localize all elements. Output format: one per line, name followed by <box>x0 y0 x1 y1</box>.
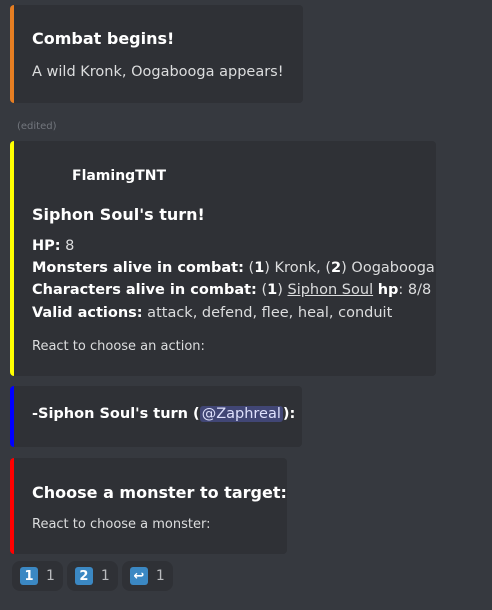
text: ( <box>243 260 255 276</box>
actions-line: Valid actions: attack, defend, flee, hea… <box>32 305 392 321</box>
text: ): <box>282 406 296 422</box>
text: -Siphon Soul's turn ( <box>32 406 200 422</box>
hp-line: HP: 8 <box>32 238 74 254</box>
character-name: Siphon Soul <box>287 282 374 298</box>
turn-mention-embed: -Siphon Soul's turn (@Zaphreal): <box>10 386 302 447</box>
reaction-2[interactable]: 2 1 <box>66 561 118 591</box>
embed-title: Siphon Soul's turn! <box>32 205 205 224</box>
embed-description: A wild Kronk, Oogabooga appears! <box>32 64 284 80</box>
reaction-return[interactable]: ↩ 1 <box>121 561 173 591</box>
characters-label: Characters alive in combat: <box>32 282 257 298</box>
num: 1 <box>267 282 278 298</box>
choose-monster-embed: Choose a monster to target: React to cho… <box>10 458 287 554</box>
embed-title: Combat begins! <box>32 29 175 48</box>
keycap-2-icon: 2 <box>74 567 93 585</box>
monsters-label: Monsters alive in combat: <box>32 260 244 276</box>
return-arrow-icon: ↩ <box>129 567 148 585</box>
text: ) Oogabooga <box>341 260 435 276</box>
characters-line: Characters alive in combat: (1) Siphon S… <box>32 282 431 298</box>
keycap-1-icon: 1 <box>20 567 38 585</box>
text: : 8/8 <box>398 282 432 298</box>
turn-embed: FlamingTNT Siphon Soul's turn! HP: 8 Mon… <box>10 141 436 376</box>
text: ) Kronk, ( <box>264 260 332 276</box>
reaction-count: 1 <box>155 568 165 584</box>
monsters-line: Monsters alive in combat: (1) Kronk, (2)… <box>32 260 435 276</box>
actions-value: attack, defend, flee, heal, conduit <box>142 305 393 321</box>
reaction-count: 1 <box>46 568 55 584</box>
user-mention[interactable]: @Zaphreal <box>199 406 283 422</box>
reaction-count: 1 <box>100 568 110 584</box>
text: ( <box>256 282 268 298</box>
embed-author[interactable]: FlamingTNT <box>72 168 166 184</box>
hp-value: 8 <box>60 238 75 254</box>
embed-footer: React to choose an action: <box>32 339 205 354</box>
num: 1 <box>254 260 265 276</box>
edited-label: (edited) <box>17 121 57 132</box>
reaction-1[interactable]: 1 1 <box>12 561 63 591</box>
combat-begins-embed: Combat begins! A wild Kronk, Oogabooga a… <box>10 5 303 103</box>
num: 2 <box>331 260 342 276</box>
text: ) <box>277 282 288 298</box>
reactions-bar: 1 1 2 1 ↩ 1 <box>12 561 173 591</box>
embed-title: Choose a monster to target: <box>32 483 287 502</box>
hp-label-inline: hp <box>377 282 399 298</box>
hp-label: HP: <box>32 238 61 254</box>
actions-label: Valid actions: <box>32 305 143 321</box>
turn-mention-text: -Siphon Soul's turn (@Zaphreal): <box>32 406 295 422</box>
embed-footer: React to choose a monster: <box>32 517 211 532</box>
